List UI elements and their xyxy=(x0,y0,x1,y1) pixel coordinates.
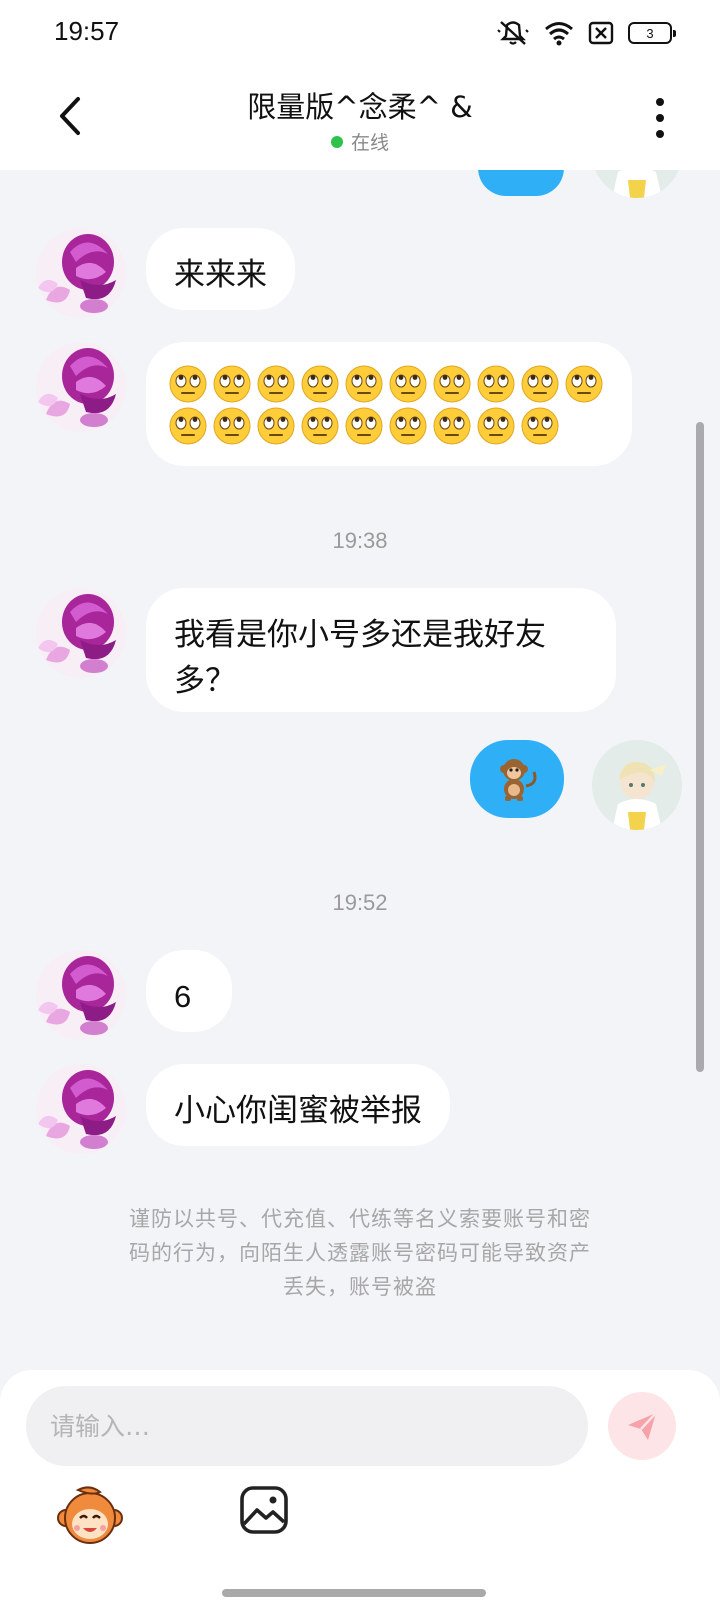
wifi-icon xyxy=(545,22,573,46)
message-text: 6 xyxy=(174,979,192,1014)
eye-roll-emoji-icon xyxy=(345,407,383,445)
anime-character-avatar-icon xyxy=(592,170,682,198)
message-list[interactable]: 来来来 19:38 我看是你小号多还是我好友 多？ 19:52 6 小心你闺蜜被… xyxy=(0,170,720,1370)
mute-icon xyxy=(497,21,529,45)
incoming-message-bubble[interactable]: 小心你闺蜜被举报 xyxy=(146,1064,450,1146)
status-time: 19:57 xyxy=(54,16,120,46)
more-dot-icon xyxy=(656,130,664,138)
eye-roll-emoji-icon xyxy=(345,365,383,403)
timestamp: 19:52 xyxy=(332,890,388,915)
notice-line: 码的行为，向陌生人透露账号密码可能导致资产 xyxy=(129,1241,591,1265)
emoji-sticker-button[interactable] xyxy=(56,1482,124,1550)
eye-roll-emoji-icon xyxy=(477,407,515,445)
eye-roll-emoji-icon xyxy=(257,365,295,403)
eye-roll-emoji-icon xyxy=(301,365,339,403)
contact-avatar[interactable] xyxy=(36,342,126,432)
more-dot-icon xyxy=(656,114,664,122)
home-indicator[interactable] xyxy=(222,1589,486,1597)
message-text-line: 我看是你小号多还是我好友 xyxy=(174,617,546,653)
security-notice: 谨防以共号、代充值、代练等名义索要账号和密 码的行为，向陌生人透露账号密码可能导… xyxy=(70,1202,650,1304)
anime-character-avatar-icon xyxy=(592,740,682,830)
eye-roll-emoji-icon xyxy=(213,407,251,445)
more-dot-icon xyxy=(656,98,664,106)
incoming-emoji-message-bubble[interactable] xyxy=(146,342,632,466)
sim-off-icon xyxy=(588,21,614,45)
eye-roll-emoji-icon xyxy=(169,365,207,403)
input-panel xyxy=(0,1370,720,1600)
message-text-line: 多？ xyxy=(174,663,236,699)
message-text: 小心你闺蜜被举报 xyxy=(174,1093,422,1129)
eye-roll-emoji-icon xyxy=(213,365,251,403)
online-status-label: 在线 xyxy=(350,132,389,154)
purple-rose-avatar-icon xyxy=(36,342,126,432)
notice-line: 丢失，账号被盗 xyxy=(283,1275,437,1299)
paper-plane-icon xyxy=(628,1412,657,1440)
contact-avatar[interactable] xyxy=(36,228,126,318)
contact-avatar[interactable] xyxy=(36,588,126,678)
eye-roll-emoji-icon xyxy=(433,365,471,403)
more-options-button[interactable] xyxy=(648,94,672,142)
monkey-face-icon xyxy=(57,1486,123,1544)
image-icon xyxy=(240,1486,288,1534)
image-picker-button[interactable] xyxy=(238,1484,290,1536)
incoming-message-bubble[interactable]: 6 xyxy=(146,950,232,1032)
send-button[interactable] xyxy=(608,1392,676,1460)
status-icons: 3 xyxy=(496,18,676,48)
contact-avatar[interactable] xyxy=(36,950,126,1040)
eye-roll-emoji-icon xyxy=(169,407,207,445)
eye-roll-emoji-icon xyxy=(301,407,339,445)
chat-header: 限量版^念柔^ & 在线 xyxy=(0,62,720,170)
eye-roll-emoji-icon xyxy=(565,365,603,403)
eye-roll-emoji-icon xyxy=(433,407,471,445)
my-avatar[interactable] xyxy=(592,740,682,830)
eye-roll-emoji-icon xyxy=(521,365,559,403)
battery-level: 3 xyxy=(646,25,654,41)
eye-roll-emoji-icon xyxy=(389,365,427,403)
contact-avatar[interactable] xyxy=(36,1064,126,1154)
notice-line: 谨防以共号、代充值、代练等名义索要账号和密 xyxy=(129,1207,591,1231)
online-status: 在线 xyxy=(0,128,720,155)
online-dot-icon xyxy=(330,135,343,148)
status-bar: 19:57 3 xyxy=(0,0,720,62)
purple-rose-avatar-icon xyxy=(36,228,126,318)
outgoing-emoji-message-bubble[interactable] xyxy=(470,740,564,818)
eye-roll-emoji-icon xyxy=(389,407,427,445)
eye-roll-emoji-icon xyxy=(477,365,515,403)
purple-rose-avatar-icon xyxy=(36,588,126,678)
purple-rose-avatar-icon xyxy=(36,1064,126,1154)
purple-rose-avatar-icon xyxy=(36,950,126,1040)
scrollbar[interactable] xyxy=(696,422,704,1072)
message-text: 来来来 xyxy=(174,257,267,293)
battery-icon: 3 xyxy=(628,22,676,44)
eye-roll-emoji-icon xyxy=(257,407,295,445)
contact-name: 限量版^念柔^ & xyxy=(247,90,473,124)
incoming-message-bubble[interactable]: 我看是你小号多还是我好友 多？ xyxy=(146,588,616,712)
timestamp: 19:38 xyxy=(332,528,388,553)
eye-roll-emoji-icon xyxy=(521,407,559,445)
monkey-emoji-icon xyxy=(500,759,537,801)
message-input[interactable] xyxy=(26,1386,588,1466)
incoming-message-bubble[interactable]: 来来来 xyxy=(146,228,295,310)
my-avatar[interactable] xyxy=(592,170,682,198)
outgoing-message-bubble[interactable] xyxy=(478,170,564,196)
emoji-grid xyxy=(168,364,610,446)
